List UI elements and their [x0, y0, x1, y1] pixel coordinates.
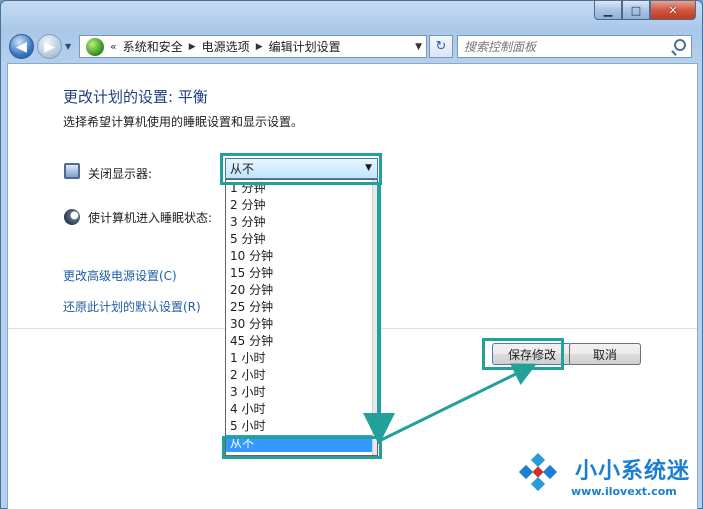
list-option[interactable]: 15 分钟 [226, 265, 377, 282]
annotation-box-select [220, 153, 382, 185]
list-option[interactable]: 5 小时 [226, 418, 377, 435]
refresh-icon: ↻ [435, 39, 447, 54]
cancel-button[interactable]: 取消 [569, 343, 641, 365]
address-overflow-chevron[interactable]: « [110, 40, 117, 53]
address-dropdown-icon[interactable]: ▼ [415, 42, 422, 52]
list-option[interactable]: 1 小时 [226, 350, 377, 367]
list-option[interactable]: 20 分钟 [226, 282, 377, 299]
back-arrow-icon: ◀ [16, 38, 27, 55]
list-option[interactable]: 3 分钟 [226, 214, 377, 231]
list-option[interactable]: 30 分钟 [226, 316, 377, 333]
list-scrollbar[interactable] [372, 180, 377, 455]
list-option[interactable]: 4 小时 [226, 401, 377, 418]
search-box[interactable] [457, 35, 692, 58]
breadcrumb-power-options[interactable]: 电源选项 [202, 38, 250, 55]
list-option[interactable]: 2 分钟 [226, 197, 377, 214]
search-icon[interactable] [674, 39, 686, 51]
watermark: 小小系统迷 www.ilovext.com [515, 447, 700, 505]
annotation-box-save [482, 338, 564, 370]
watermark-name: 小小系统迷 [575, 459, 691, 484]
back-button[interactable]: ◀ [9, 34, 34, 59]
control-panel-window: ▁ □ ✕ ◀ ▶ ▼ « 系统和安全 ▶ 电源选项 ▶ 编辑计划设置 ▼ ↻ … [0, 0, 703, 509]
list-option[interactable]: 25 分钟 [226, 299, 377, 316]
advanced-power-settings-link[interactable]: 更改高级电源设置(C) [63, 267, 177, 284]
watermark-url: www.ilovext.com [571, 485, 677, 498]
close-button[interactable]: ✕ [650, 1, 696, 20]
annotation-box-never-option [222, 436, 382, 459]
recent-pages-dropdown[interactable]: ▼ [65, 42, 71, 51]
control-panel-icon [86, 37, 104, 56]
list-option[interactable]: 3 小时 [226, 384, 377, 401]
sleep-label: 使计算机进入睡眠状态: [88, 211, 213, 225]
forward-arrow-icon: ▶ [44, 38, 55, 55]
breadcrumb-edit-plan[interactable]: 编辑计划设置 [269, 38, 341, 55]
caption-buttons: ▁ □ ✕ [594, 1, 696, 20]
turn-off-display-label: 关闭显示器: [88, 167, 153, 181]
list-option[interactable]: 5 分钟 [226, 231, 377, 248]
list-option[interactable]: 10 分钟 [226, 248, 377, 265]
refresh-button[interactable]: ↻ [429, 35, 453, 58]
moon-icon [64, 209, 80, 225]
maximize-button[interactable]: □ [622, 1, 650, 20]
breadcrumb-system-security[interactable]: 系统和安全 [123, 38, 183, 55]
page-title: 更改计划的设置: 平衡 [63, 88, 208, 106]
minimize-button[interactable]: ▁ [594, 1, 622, 20]
breadcrumb-separator-icon[interactable]: ▶ [256, 42, 263, 52]
breadcrumb-separator-icon[interactable]: ▶ [189, 42, 196, 52]
address-bar[interactable]: « 系统和安全 ▶ 电源选项 ▶ 编辑计划设置 ▼ [79, 35, 427, 58]
list-option[interactable]: 2 小时 [226, 367, 377, 384]
search-input[interactable] [464, 39, 664, 54]
page-subtitle: 选择希望计算机使用的睡眠设置和显示设置。 [63, 115, 304, 129]
forward-button[interactable]: ▶ [37, 34, 62, 59]
list-option[interactable]: 45 分钟 [226, 333, 377, 350]
main-content: 更改计划的设置: 平衡 选择希望计算机使用的睡眠设置和显示设置。 关闭显示器: … [7, 63, 698, 509]
watermark-logo-icon [518, 453, 558, 492]
restore-defaults-link[interactable]: 还原此计划的默认设置(R) [63, 298, 201, 315]
display-timeout-options[interactable]: 1 分钟 2 分钟 3 分钟 5 分钟 10 分钟 15 分钟 20 分钟 25 分钟 30 分… [225, 179, 378, 456]
navigation-bar: ◀ ▶ ▼ « 系统和安全 ▶ 电源选项 ▶ 编辑计划设置 ▼ ↻ [7, 32, 694, 60]
monitor-icon [64, 163, 80, 179]
